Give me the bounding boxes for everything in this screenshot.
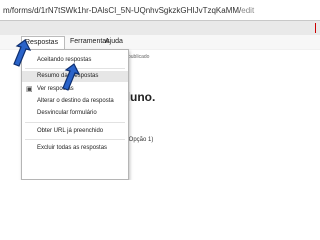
menu-item-desvincular-formulario[interactable]: Desvincular formulário [22,108,128,119]
browser-screenshot: m/forms/d/1rN7tSWk1hr-DAlsCI_5N-UQnhvSgk… [0,0,320,180]
menu-ferramentas[interactable]: Ferramentas [70,38,110,45]
menu-item-label: Excluir todas as respostas [37,145,108,151]
menu-divider [25,122,125,123]
address-bar[interactable]: m/forms/d/1rN7tSWk1hr-DAlsCI_5N-UQnhvSgk… [0,0,320,21]
pointer-arrow-menu-icon [13,39,32,67]
pointer-arrow-item-icon [62,63,81,91]
menu-item-label: Obter URL já preenchido [37,128,104,134]
menu-item-obter-url[interactable]: Obter URL já preenchido [22,126,128,137]
bookmarks-bar [0,21,320,36]
menu-ajuda[interactable]: Ajuda [105,38,123,45]
arrow-shape [13,39,32,67]
menu-divider [25,139,125,140]
menu-item-alterar-destino[interactable]: Alterar o destino da resposta [22,96,128,107]
bookmark-marker [315,23,316,33]
url-tail-text: edit [241,6,255,15]
menu-item-label: Desvincular formulário [37,110,97,116]
url-text: m/forms/d/1rN7tSWk1hr-DAlsCI_5N-UQnhvSgk… [3,6,242,15]
checkbox-icon: ▣ [26,86,33,93]
menu-item-excluir-respostas[interactable]: Excluir todas as respostas [22,143,128,154]
publish-status: publicado [128,54,150,60]
arrow-shape [62,63,81,91]
menu-item-label: Alterar o destino da resposta [37,98,114,104]
slide-background: m/forms/d/1rN7tSWk1hr-DAlsCI_5N-UQnhvSgk… [0,0,320,240]
